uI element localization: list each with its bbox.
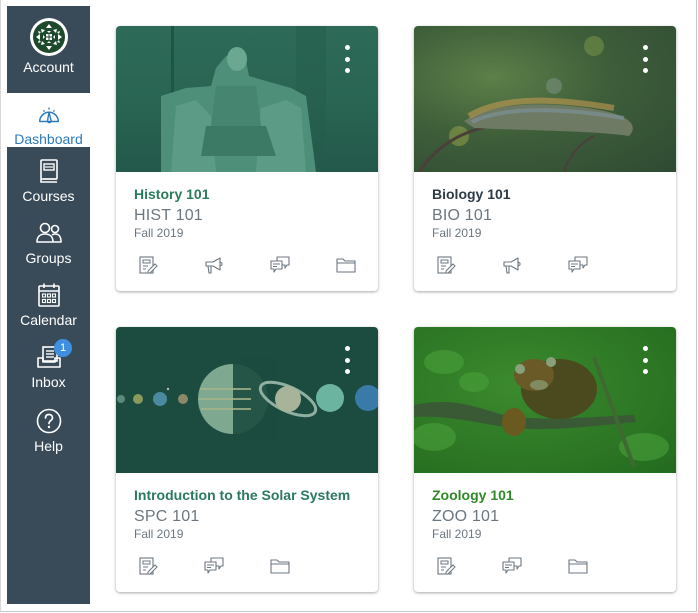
card-options-menu[interactable] [640, 346, 650, 374]
account-avatar-icon [32, 21, 65, 53]
course-term: Fall 2019 [134, 527, 184, 541]
course-title-link[interactable]: Introduction to the Solar System [134, 486, 360, 504]
inbox-unread-badge: 1 [54, 339, 72, 357]
course-title-link[interactable]: History 101 [134, 185, 360, 203]
course-code: BIO 101 [432, 207, 493, 224]
nav-label-inbox: Inbox [31, 374, 66, 390]
card-options-menu[interactable] [342, 45, 352, 73]
nav-label-account: Account [23, 59, 74, 75]
solar-system-image [117, 357, 378, 441]
nav-label-calendar: Calendar [20, 312, 77, 328]
announcements-icon[interactable] [502, 255, 522, 275]
nav-label-help: Help [34, 438, 63, 454]
nav-label-groups: Groups [25, 250, 72, 266]
nav-item-courses[interactable]: Courses [7, 154, 90, 212]
course-card: Biology 101 BIO 101 Fall 2019 [414, 26, 676, 291]
course-card: History 101 HIST 101 Fall 2019 [116, 26, 378, 291]
course-term: Fall 2019 [134, 226, 184, 240]
files-icon[interactable] [568, 556, 588, 576]
card-options-menu[interactable] [640, 45, 650, 73]
course-card: Zoology 101 ZOO 101 Fall 2019 [414, 327, 676, 592]
course-title-link[interactable]: Biology 101 [432, 185, 658, 203]
nav-item-calendar[interactable]: Calendar [7, 278, 90, 338]
files-icon[interactable] [336, 255, 356, 275]
nav-label-courses: Courses [22, 188, 75, 204]
account-avatar [29, 18, 68, 56]
files-icon[interactable] [270, 556, 290, 576]
card-options-menu[interactable] [342, 346, 352, 374]
discussions-icon[interactable] [270, 255, 290, 275]
caterpillar-image [417, 36, 633, 172]
course-term: Fall 2019 [432, 527, 482, 541]
course-code: ZOO 101 [432, 508, 500, 525]
course-term: Fall 2019 [432, 226, 482, 240]
course-card-image[interactable] [414, 26, 676, 172]
nav-item-dashboard[interactable]: Dashboard [7, 93, 90, 147]
nav-item-groups[interactable]: Groups [7, 218, 90, 276]
assignments-icon[interactable] [436, 556, 456, 576]
calendar-icon [37, 283, 60, 307]
announcements-icon[interactable] [204, 255, 224, 275]
course-card-image[interactable] [116, 26, 378, 172]
nav-label-dashboard: Dashboard [14, 131, 83, 147]
discussions-icon[interactable] [204, 556, 224, 576]
discussions-icon[interactable] [568, 255, 588, 275]
course-card-image[interactable] [116, 327, 378, 473]
course-title-link[interactable]: Zoology 101 [432, 486, 658, 504]
groups-icon [35, 222, 62, 243]
discussions-icon[interactable] [502, 556, 522, 576]
global-navigation: Account Dashboard Courses Groups Calenda… [7, 6, 90, 604]
course-card-image[interactable] [414, 327, 676, 473]
assignments-icon[interactable] [436, 255, 456, 275]
nav-item-inbox[interactable]: 1 Inbox [7, 339, 90, 401]
dashboard-icon [38, 107, 59, 124]
course-code: HIST 101 [134, 207, 203, 224]
help-icon [36, 408, 61, 434]
course-code: SPC 101 [134, 508, 200, 525]
red-panda-image [414, 350, 669, 468]
assignments-icon[interactable] [138, 255, 158, 275]
assignments-icon[interactable] [138, 556, 158, 576]
courses-icon [39, 159, 58, 183]
nav-item-account[interactable]: Account [7, 6, 90, 87]
nav-item-help[interactable]: Help [7, 404, 90, 464]
course-card: Introduction to the Solar System SPC 101… [116, 327, 378, 592]
statue-image [161, 26, 326, 172]
